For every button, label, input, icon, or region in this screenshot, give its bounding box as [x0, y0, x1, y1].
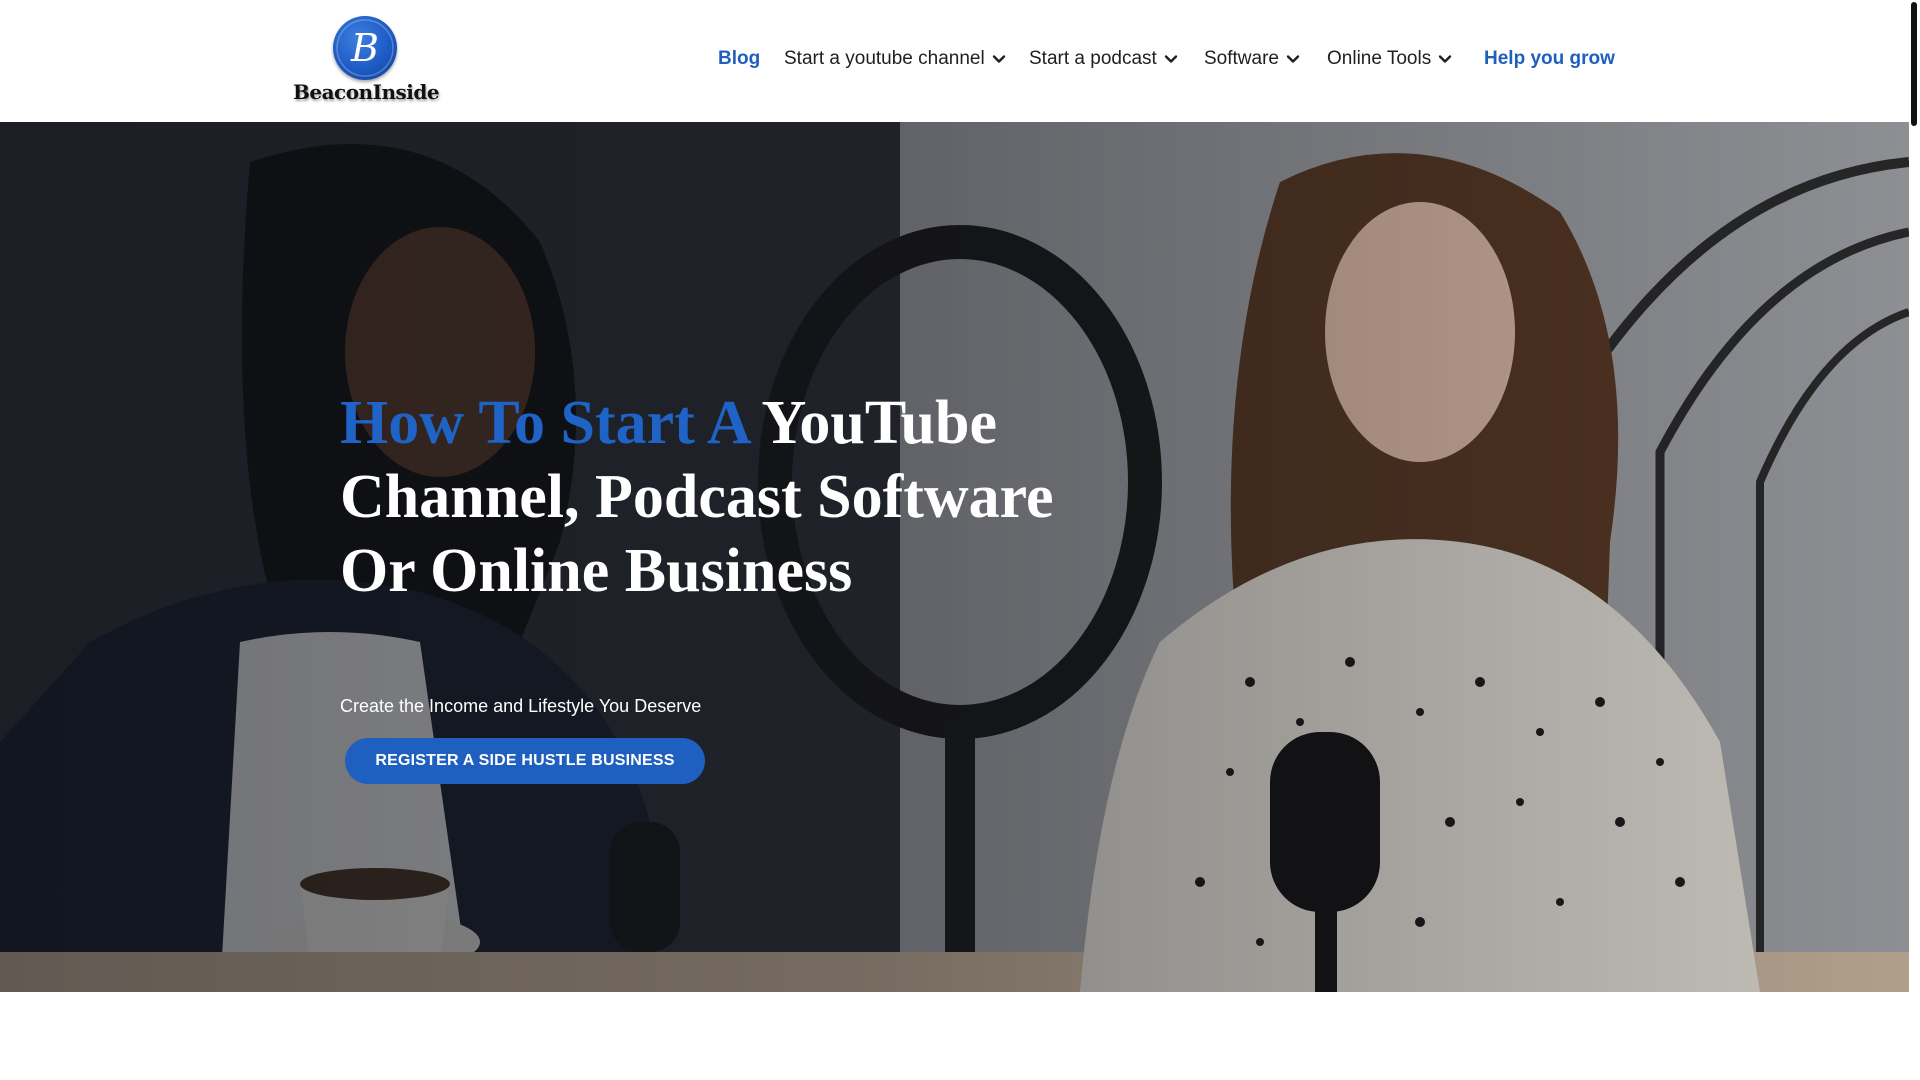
chevron-down-icon — [1439, 55, 1452, 63]
hero-headline: How To Start A YouTube Channel, Podcast … — [340, 386, 1060, 608]
chevron-down-icon — [1164, 55, 1177, 63]
hero-subheadline: Create the Income and Lifestyle You Dese… — [340, 696, 702, 716]
nav-start-youtube-channel-label: Start a youtube channel — [784, 48, 985, 69]
nav-software[interactable]: Software — [1204, 48, 1301, 70]
logo-text: BeaconInside — [292, 80, 440, 104]
scrollbar-thumb[interactable] — [1911, 2, 1917, 126]
nav-start-youtube-channel[interactable]: Start a youtube channel — [784, 48, 1007, 70]
nav-help-you-grow-label: Help you grow — [1484, 48, 1615, 69]
nav-blog[interactable]: Blog — [718, 48, 760, 70]
nav-software-label: Software — [1204, 48, 1279, 69]
nav-online-tools[interactable]: Online Tools — [1327, 48, 1453, 70]
nav-online-tools-label: Online Tools — [1327, 48, 1432, 69]
nav-start-podcast[interactable]: Start a podcast — [1029, 48, 1179, 70]
site-header: B BeaconInside Blog Start a youtube chan… — [0, 0, 1909, 122]
site-logo[interactable]: B BeaconInside — [292, 14, 440, 108]
page-scrollbar[interactable] — [1909, 0, 1920, 1080]
hero-headline-highlight: How To Start A — [340, 389, 749, 457]
chevron-down-icon — [1286, 55, 1300, 63]
nav-help-you-grow[interactable]: Help you grow — [1484, 48, 1615, 70]
register-side-hustle-button[interactable]: REGISTER A SIDE HUSTLE BUSINESS — [345, 738, 705, 784]
chevron-down-icon — [992, 55, 1005, 63]
logo-letter: B — [350, 26, 379, 70]
page-content-below-hero — [0, 992, 1909, 1080]
logo-emblem: B — [333, 16, 397, 80]
nav-start-podcast-label: Start a podcast — [1029, 48, 1157, 69]
hero-section: How To Start A YouTube Channel, Podcast … — [0, 122, 1909, 992]
nav-blog-label: Blog — [718, 48, 761, 69]
